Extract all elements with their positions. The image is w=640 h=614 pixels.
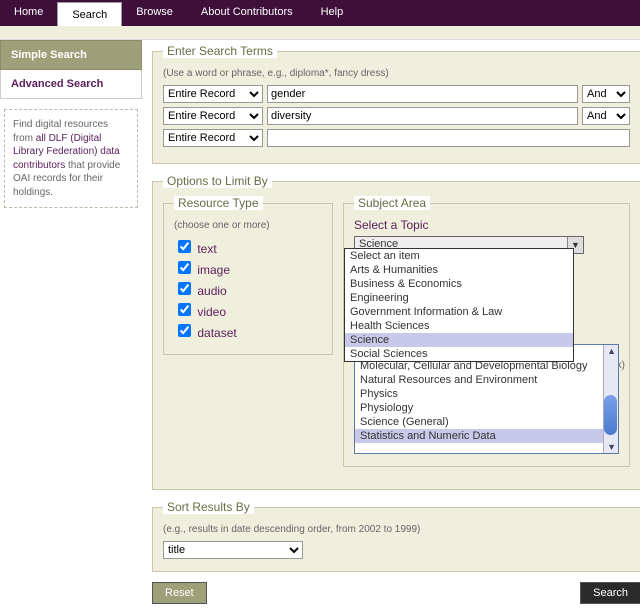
sort-results: Sort Results By (e.g., results in date d… bbox=[152, 500, 640, 572]
term-row: Entire Record bbox=[163, 129, 630, 147]
subject-area: Subject Area Select a Topic Science ▼ Se… bbox=[343, 196, 630, 467]
sort-select[interactable]: title bbox=[163, 541, 303, 559]
button-bar: Reset Search bbox=[152, 582, 640, 604]
chk-dataset[interactable]: dataset bbox=[174, 326, 237, 340]
search-button[interactable]: Search bbox=[580, 582, 640, 604]
enter-hint: (Use a word or phrase, e.g., diploma*, f… bbox=[163, 68, 630, 79]
dd-item[interactable]: Science bbox=[345, 333, 573, 347]
chk-image[interactable]: image bbox=[174, 263, 230, 277]
topic-dropdown[interactable]: Select an item Arts & Humanities Busines… bbox=[344, 248, 574, 362]
scope-select-3[interactable]: Entire Record bbox=[163, 129, 263, 147]
bool-select-2[interactable]: And bbox=[582, 107, 630, 125]
ms-item[interactable]: Natural Resources and Environment bbox=[355, 373, 618, 387]
reset-button[interactable]: Reset bbox=[152, 582, 207, 604]
bool-select-1[interactable]: And bbox=[582, 85, 630, 103]
nav-home[interactable]: Home bbox=[0, 0, 57, 26]
chk-text-box[interactable] bbox=[178, 240, 191, 253]
enter-search-terms: Enter Search Terms (Use a word or phrase… bbox=[152, 44, 640, 164]
term-row: Entire Record And bbox=[163, 107, 630, 125]
chk-image-box[interactable] bbox=[178, 261, 191, 274]
term-input-1[interactable] bbox=[267, 85, 578, 103]
ms-item[interactable]: Science (General) bbox=[355, 415, 618, 429]
scope-select-1[interactable]: Entire Record bbox=[163, 85, 263, 103]
top-nav: Home Search Browse About Contributors He… bbox=[0, 0, 640, 26]
rtype-hint: (choose one or more) bbox=[174, 220, 322, 231]
nav-search[interactable]: Search bbox=[57, 2, 122, 26]
topic-label: Select a Topic bbox=[354, 218, 619, 232]
sort-legend: Sort Results By bbox=[163, 500, 254, 514]
options-limit: Options to Limit By Resource Type (choos… bbox=[152, 174, 640, 490]
chk-dataset-box[interactable] bbox=[178, 324, 191, 337]
chk-video[interactable]: video bbox=[174, 305, 226, 319]
scrollbar[interactable]: ▲ ▼ bbox=[603, 345, 618, 453]
term-input-3[interactable] bbox=[267, 129, 630, 147]
scroll-down-icon[interactable]: ▼ bbox=[607, 442, 616, 452]
stripe bbox=[0, 26, 640, 40]
subject-legend: Subject Area bbox=[354, 196, 430, 210]
nav-about[interactable]: About Contributors bbox=[187, 0, 307, 26]
options-legend: Options to Limit By bbox=[163, 174, 272, 188]
sort-hint: (e.g., results in date descending order,… bbox=[163, 524, 630, 535]
tab-advanced-search[interactable]: Advanced Search bbox=[0, 70, 142, 99]
resource-type: Resource Type (choose one or more) text … bbox=[163, 196, 333, 355]
dd-item[interactable]: Arts & Humanities bbox=[345, 263, 573, 277]
chk-video-box[interactable] bbox=[178, 303, 191, 316]
chk-text[interactable]: text bbox=[174, 242, 217, 256]
dd-item[interactable]: Select an item bbox=[345, 249, 573, 263]
info-box: Find digital resources from all DLF (Dig… bbox=[4, 109, 138, 208]
dd-item[interactable]: Social Sciences bbox=[345, 347, 573, 361]
ms-item[interactable]: Statistics and Numeric Data bbox=[355, 429, 618, 443]
dd-item[interactable]: Health Sciences bbox=[345, 319, 573, 333]
enter-legend: Enter Search Terms bbox=[163, 44, 277, 58]
chk-audio[interactable]: audio bbox=[174, 284, 227, 298]
ms-item[interactable]: Physiology bbox=[355, 401, 618, 415]
nav-help[interactable]: Help bbox=[307, 0, 358, 26]
term-row: Entire Record And bbox=[163, 85, 630, 103]
scroll-thumb[interactable] bbox=[604, 395, 617, 435]
scroll-up-icon[interactable]: ▲ bbox=[607, 346, 616, 356]
dd-item[interactable]: Engineering bbox=[345, 291, 573, 305]
rtype-legend: Resource Type bbox=[174, 196, 263, 210]
chk-audio-box[interactable] bbox=[178, 282, 191, 295]
main: Enter Search Terms (Use a word or phrase… bbox=[142, 40, 640, 614]
scope-select-2[interactable]: Entire Record bbox=[163, 107, 263, 125]
dd-item[interactable]: Business & Economics bbox=[345, 277, 573, 291]
term-input-2[interactable] bbox=[267, 107, 578, 125]
sidebar: Simple Search Advanced Search Find digit… bbox=[0, 40, 142, 208]
dd-item[interactable]: Government Information & Law bbox=[345, 305, 573, 319]
nav-browse[interactable]: Browse bbox=[122, 0, 187, 26]
tab-simple-search[interactable]: Simple Search bbox=[0, 40, 142, 70]
ms-item[interactable]: Physics bbox=[355, 387, 618, 401]
